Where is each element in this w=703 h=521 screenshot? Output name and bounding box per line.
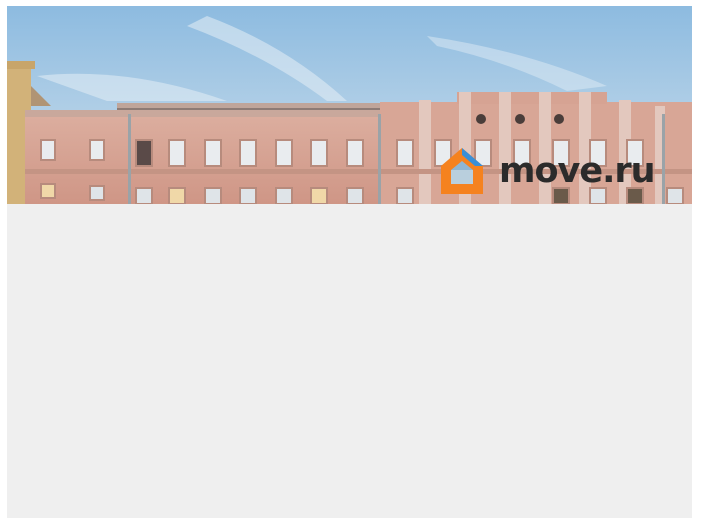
brand-text: move.ru <box>499 150 656 191</box>
image-placeholder-area <box>7 204 692 518</box>
move-ru-watermark: move.ru <box>439 146 656 196</box>
house-logo-icon <box>441 148 483 194</box>
listing-photo[interactable]: move.ru <box>7 6 692 204</box>
photo-viewer: move.ru <box>7 6 692 518</box>
